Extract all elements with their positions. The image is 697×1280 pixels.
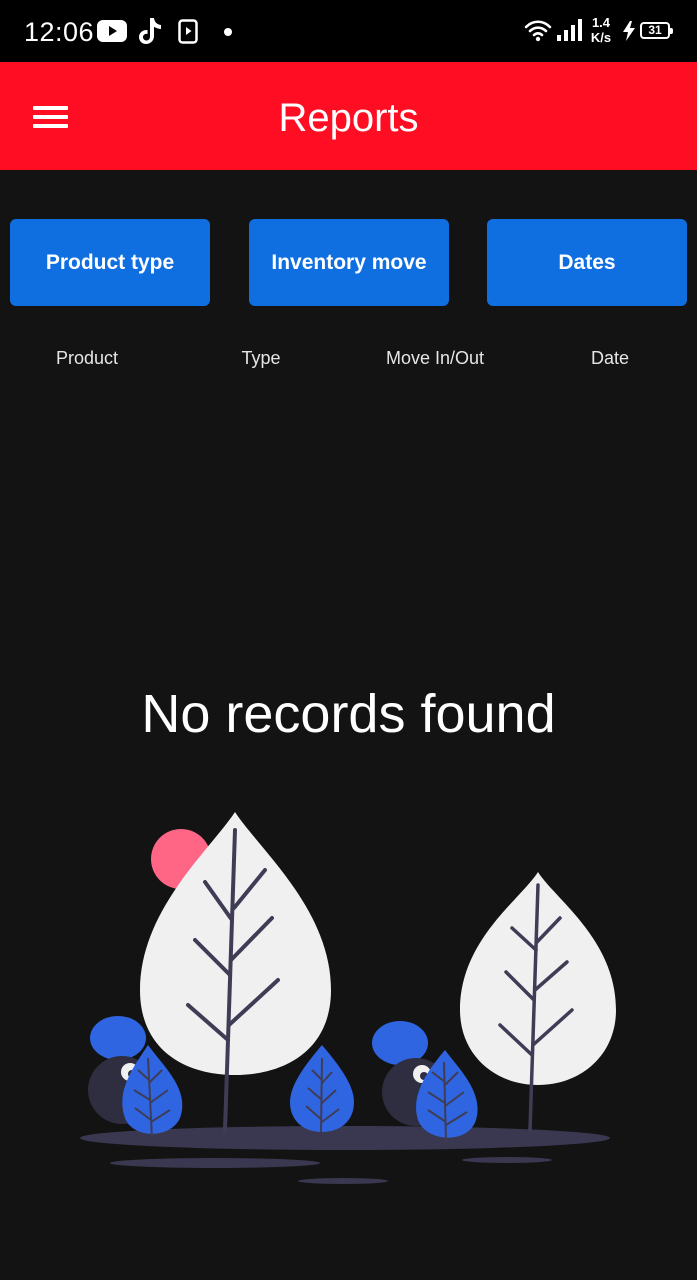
net-speed-unit: K/s xyxy=(590,30,612,45)
inventory-move-button[interactable]: Inventory move xyxy=(249,219,449,306)
battery-icon: 31 xyxy=(640,22,673,39)
column-header-type: Type xyxy=(241,348,281,368)
empty-state-message: No records found xyxy=(141,684,556,744)
wifi-icon xyxy=(524,20,552,42)
column-header-product: Product xyxy=(55,348,119,368)
charging-icon xyxy=(623,21,635,41)
net-speed: 1.4 K/s xyxy=(588,15,614,45)
page-title: Reports xyxy=(278,96,419,140)
signal-icon xyxy=(557,19,582,41)
net-speed-value: 1.4 xyxy=(591,15,611,30)
column-header-move: Move In/Out xyxy=(385,348,485,368)
reports-screen: 12:06 1.4 K/s 31 Reports Product type In… xyxy=(0,0,697,1280)
dates-button[interactable]: Dates xyxy=(487,219,687,306)
column-header-date: Date xyxy=(590,348,630,368)
dot-icon xyxy=(224,28,232,36)
youtube-icon xyxy=(97,20,127,42)
media-icon xyxy=(178,19,198,44)
tiktok-icon xyxy=(139,18,161,44)
app-bar: Reports xyxy=(0,62,697,170)
plants-illustration xyxy=(80,812,616,1184)
status-bar: 12:06 1.4 K/s 31 xyxy=(0,0,697,62)
status-time: 12:06 xyxy=(24,17,95,47)
product-type-button[interactable]: Product type xyxy=(10,219,210,306)
